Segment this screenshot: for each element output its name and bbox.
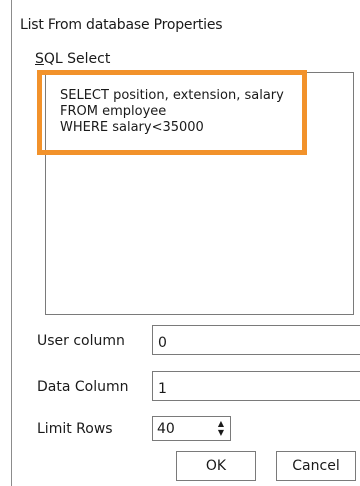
user-column-input[interactable]: 0 <box>152 325 360 355</box>
properties-dialog: List From database Properties SQL Select… <box>11 0 360 486</box>
sql-query-textarea[interactable]: SELECT position, extension, salary FROM e… <box>45 72 354 315</box>
limit-rows-value: 40 <box>157 421 175 437</box>
dialog-title: List From database Properties <box>20 17 223 33</box>
chevron-down-icon[interactable]: ▼ <box>216 428 226 437</box>
sql-line-2: FROM employee <box>60 104 167 119</box>
cancel-button[interactable]: Cancel <box>276 451 356 481</box>
sql-line-3: WHERE salary<35000 <box>60 120 204 135</box>
sql-line-1: SELECT position, extension, salary <box>60 88 284 103</box>
sql-label-rest: QL Select <box>43 51 111 67</box>
data-column-input[interactable]: 1 <box>152 371 360 401</box>
limit-rows-stepper[interactable]: 40 ▲ ▼ <box>152 416 231 441</box>
ok-button[interactable]: OK <box>176 451 256 481</box>
data-column-label: Data Column <box>37 379 129 395</box>
limit-rows-label: Limit Rows <box>37 421 113 437</box>
chevron-up-icon[interactable]: ▲ <box>216 419 226 428</box>
user-column-label: User column <box>37 333 125 349</box>
sql-select-label: SQL Select <box>35 51 110 67</box>
stepper-arrows: ▲ ▼ <box>216 419 226 437</box>
sql-label-mnemonic: S <box>35 51 44 67</box>
